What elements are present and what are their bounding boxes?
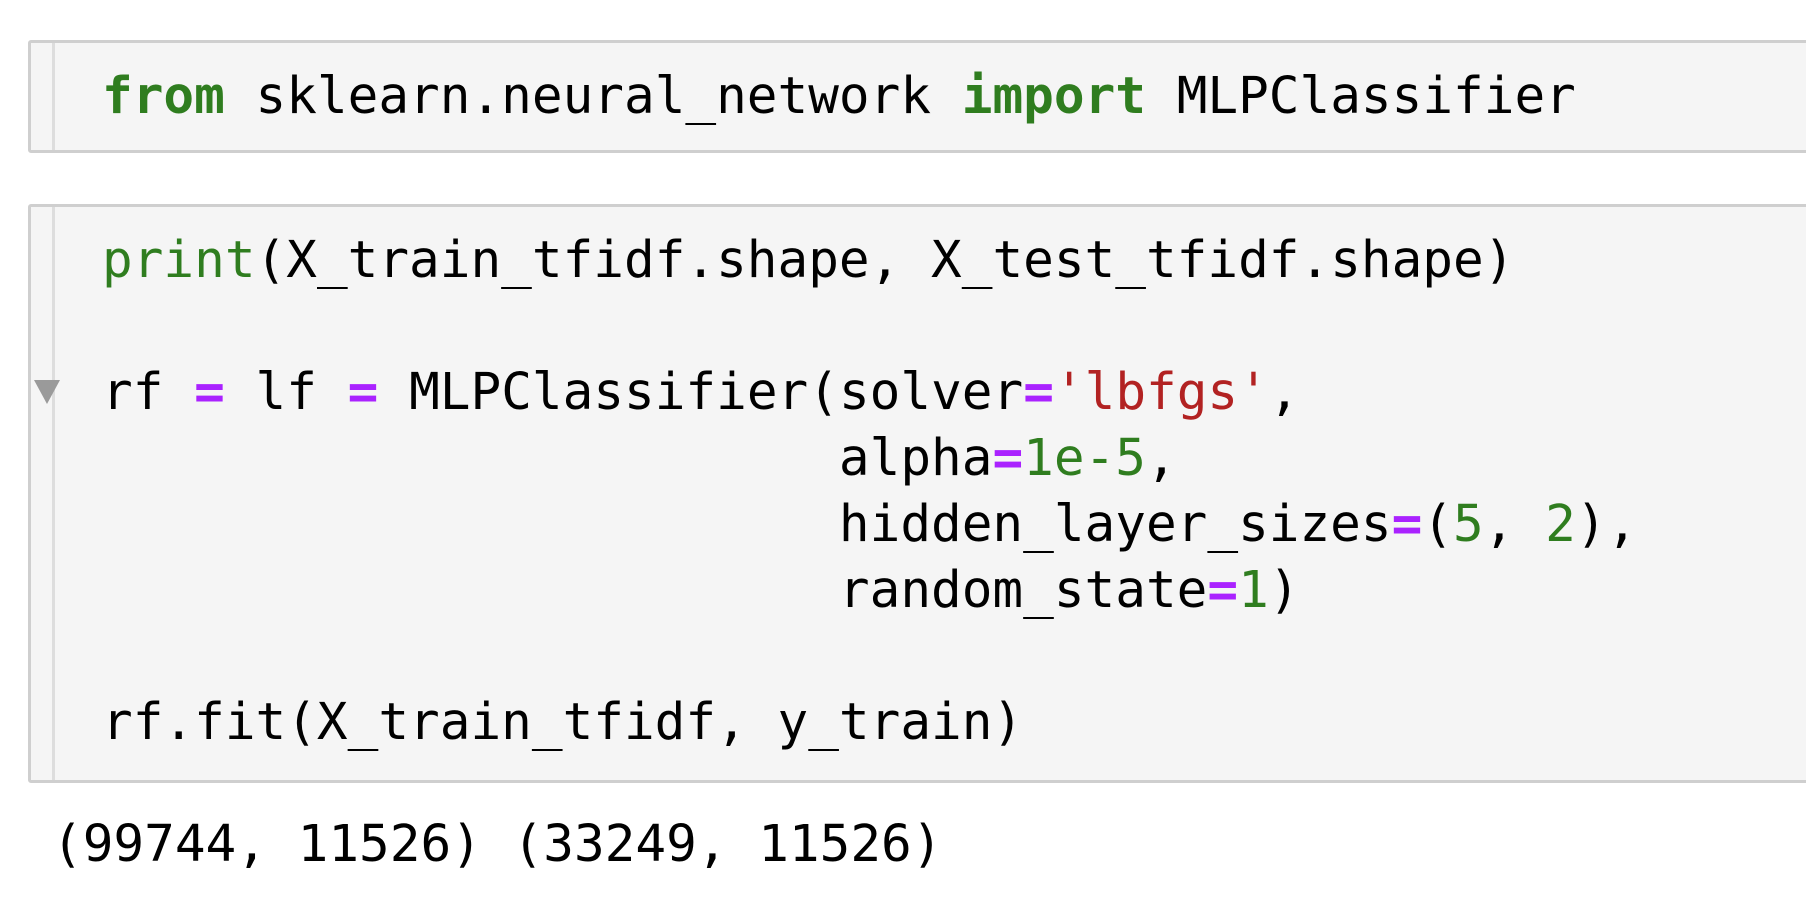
code-token: ) <box>1268 561 1300 620</box>
code-line: from sklearn.neural_network import MLPCl… <box>102 64 1576 130</box>
keyword-token: import <box>961 67 1146 126</box>
code-token: , <box>1483 495 1546 554</box>
operator-token: = <box>1391 495 1423 554</box>
builtin-token: print <box>102 231 256 290</box>
cell-output: (99744, 11526) (33249, 11526) <box>52 815 943 874</box>
code-line: print(X_train_tfidf.shape, X_test_tfidf.… <box>102 228 1637 294</box>
operator-token: = <box>347 363 379 422</box>
code-token: hidden_layer_sizes <box>102 495 1392 554</box>
code-token: MLPClassifier <box>1145 67 1576 126</box>
cell-prompt-gutter <box>52 207 55 780</box>
operator-token: = <box>1207 561 1239 620</box>
number-token: 1 <box>1238 561 1269 620</box>
code-token: sklearn.neural_network <box>224 67 962 126</box>
code-token: ), <box>1575 495 1638 554</box>
number-token: 5 <box>1453 495 1484 554</box>
code-line: alpha=1e-5, <box>102 426 1637 492</box>
cell-prompt-gutter <box>52 43 55 150</box>
code-line: random_state=1) <box>102 558 1637 624</box>
string-token: 'lbfgs' <box>1053 363 1269 422</box>
code-token: rf <box>102 363 195 422</box>
code-token: lf <box>224 363 348 422</box>
code-token: rf.fit(X_train_tfidf, y_train) <box>102 693 1024 752</box>
code-token: , <box>1145 429 1177 488</box>
number-token: 2 <box>1545 495 1576 554</box>
cell-editor-import[interactable]: from sklearn.neural_network import MLPCl… <box>102 64 1576 130</box>
code-token: random_state <box>102 561 1208 620</box>
operator-token: = <box>1023 363 1054 422</box>
operator-token: = <box>992 429 1024 488</box>
code-token: (X_train_tfidf.shape, X_test_tfidf.shape… <box>255 231 1515 290</box>
code-token: ( <box>1422 495 1454 554</box>
code-token: , <box>1268 363 1300 422</box>
code-line: rf.fit(X_train_tfidf, y_train) <box>102 690 1637 756</box>
operator-token: = <box>194 363 225 422</box>
code-token: MLPClassifier(solver <box>378 363 1024 422</box>
code-line: rf = lf = MLPClassifier(solver='lbfgs', <box>102 360 1637 426</box>
code-line: hidden_layer_sizes=(5, 2), <box>102 492 1637 558</box>
code-token: alpha <box>102 429 993 488</box>
cell-editor-model[interactable]: print(X_train_tfidf.shape, X_test_tfidf.… <box>102 228 1637 756</box>
collapse-triangle-icon[interactable] <box>34 380 60 404</box>
keyword-token: from <box>102 67 225 126</box>
number-token: 1e-5 <box>1023 429 1146 488</box>
